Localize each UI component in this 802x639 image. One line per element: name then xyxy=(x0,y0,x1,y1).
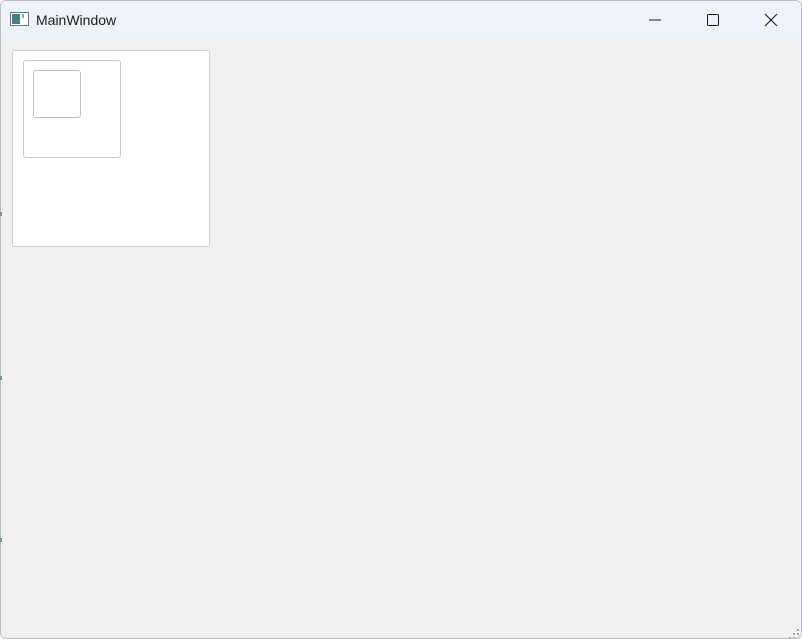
outer-panel xyxy=(12,50,210,247)
main-window: MainWindow xyxy=(0,0,802,639)
minimize-icon xyxy=(649,14,661,26)
close-icon xyxy=(764,13,778,27)
maximize-button[interactable] xyxy=(684,1,742,38)
edge-mark xyxy=(0,538,2,542)
title-bar[interactable]: MainWindow xyxy=(1,1,801,38)
close-button[interactable] xyxy=(742,1,800,38)
minimize-button[interactable] xyxy=(626,1,684,38)
window-title: MainWindow xyxy=(36,12,117,28)
app-window-icon xyxy=(10,12,29,26)
inner-panel xyxy=(33,70,81,118)
resize-grip-icon[interactable] xyxy=(789,626,799,638)
edge-mark xyxy=(0,212,2,216)
edge-mark xyxy=(0,376,2,380)
client-area xyxy=(1,38,801,638)
middle-panel xyxy=(23,60,121,158)
maximize-icon xyxy=(707,13,719,26)
